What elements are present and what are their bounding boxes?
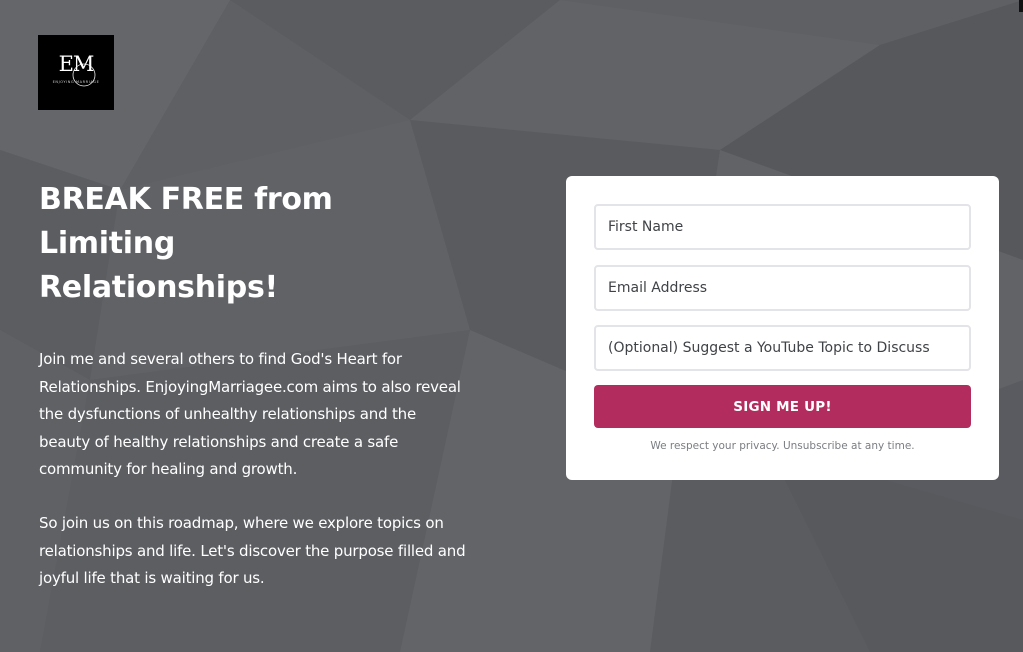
topic-suggestion-input[interactable]	[594, 325, 971, 371]
signup-form-card: SIGN ME UP! We respect your privacy. Uns…	[566, 176, 999, 480]
logo-tagline: ENJOYING MARRIAGE	[52, 80, 100, 84]
site-logo[interactable]: EM ENJOYING MARRIAGE	[38, 35, 114, 110]
sign-up-button[interactable]: SIGN ME UP!	[594, 385, 971, 428]
window-edge-tab	[1019, 0, 1023, 12]
email-input[interactable]	[594, 265, 971, 311]
hero-paragraph-intro: Join me and several others to find God's…	[39, 350, 461, 478]
hero-headline: BREAK FREE from Limiting Relationships!	[39, 182, 333, 305]
privacy-note: We respect your privacy. Unsubscribe at …	[650, 440, 915, 452]
hero-paragraph-roadmap: So join us on this roadmap, where we exp…	[39, 514, 466, 587]
first-name-input[interactable]	[594, 204, 971, 250]
logo-monogram: EM	[58, 52, 95, 76]
